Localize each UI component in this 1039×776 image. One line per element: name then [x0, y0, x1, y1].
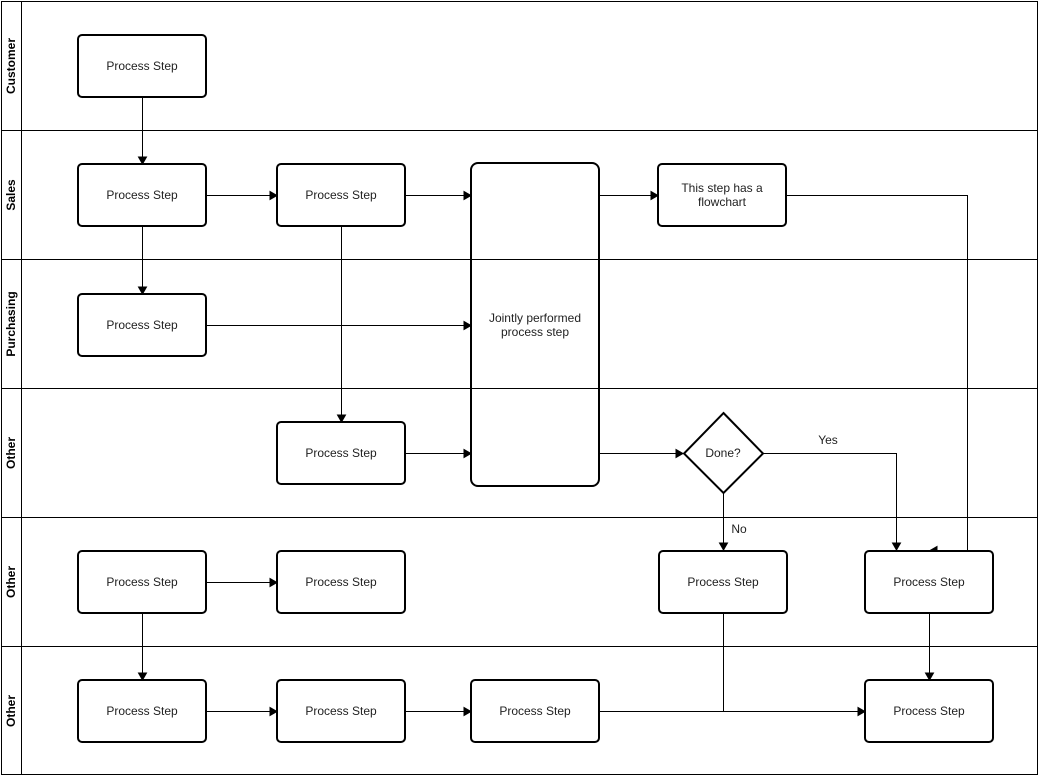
process-step-has-flowchart[interactable]: This step has a flowchart — [657, 163, 787, 227]
joint-process-step[interactable]: Jointly performed process step — [470, 162, 600, 487]
process-step-n5[interactable]: Process Step — [77, 293, 207, 357]
process-step-label: Process Step — [106, 188, 178, 202]
joint-process-step-label-line-1: Jointly performed — [489, 311, 581, 325]
arrowhead — [137, 156, 148, 166]
edge-label-no: No — [731, 522, 747, 536]
arrowhead — [336, 414, 347, 424]
process-step-n6[interactable]: Process Step — [276, 421, 406, 485]
process-step-n13[interactable]: Process Step — [470, 679, 600, 743]
lane-label-purchasing: Purchasing — [4, 291, 18, 356]
arrowhead — [463, 190, 473, 201]
arrowhead — [675, 448, 685, 459]
arrowhead — [269, 706, 279, 717]
process-step-n1[interactable]: Process Step — [77, 34, 207, 98]
process-step-n8[interactable]: Process Step — [276, 550, 406, 614]
process-step-label-line-1: This step has a — [681, 181, 763, 195]
process-step-n11[interactable]: Process Step — [77, 679, 207, 743]
arrowhead — [857, 706, 867, 717]
arrowhead — [463, 448, 473, 459]
pool-frame — [1, 1, 1038, 775]
connector-n4-n10 — [787, 195, 968, 551]
arrowhead — [463, 706, 473, 717]
process-step-n14[interactable]: Process Step — [864, 679, 994, 743]
joint-process-step-label-line-2: process step — [501, 325, 569, 339]
process-step-label: Process Step — [106, 59, 178, 73]
process-step-n2[interactable]: Process Step — [77, 163, 207, 227]
process-step-label: Process Step — [499, 704, 571, 718]
process-step-label: Process Step — [305, 704, 377, 718]
arrowhead — [137, 286, 148, 296]
connector-done-yes — [763, 453, 897, 543]
process-step-n7[interactable]: Process Step — [77, 550, 207, 614]
process-step-label: Process Step — [106, 704, 178, 718]
process-step-n9[interactable]: Process Step — [658, 550, 788, 614]
process-step-n3[interactable]: Process Step — [276, 163, 406, 227]
process-step-label: Process Step — [305, 446, 377, 460]
process-step-n12[interactable]: Process Step — [276, 679, 406, 743]
swimlane-diagram: Customer Sales Purchasing Other Other Ot… — [1, 1, 1038, 775]
arrowhead — [891, 542, 902, 552]
process-step-label: Process Step — [305, 188, 377, 202]
arrowhead — [650, 190, 660, 201]
lane-label-other-3: Other — [4, 695, 18, 727]
process-step-label-line-2: flowchart — [698, 195, 747, 209]
arrowhead — [137, 672, 148, 682]
process-step-label: Process Step — [687, 575, 759, 589]
decision-done[interactable]: Done? — [682, 411, 765, 495]
decision-label: Done? — [705, 446, 741, 460]
arrowhead — [269, 577, 279, 588]
arrowhead — [463, 320, 473, 331]
connectors — [137, 97, 968, 717]
process-step-label: Process Step — [893, 704, 965, 718]
lane-labels: Customer Sales Purchasing Other Other Ot… — [4, 38, 18, 727]
lane-label-customer: Customer — [4, 38, 18, 94]
process-step-label: Process Step — [106, 318, 178, 332]
arrowhead — [718, 542, 729, 552]
edge-label-yes: Yes — [818, 433, 838, 447]
lane-label-other-2: Other — [4, 566, 18, 598]
lane-label-sales: Sales — [4, 179, 18, 211]
process-step-n10[interactable]: Process Step — [864, 550, 994, 614]
arrowhead — [269, 190, 279, 201]
process-step-label: Process Step — [106, 575, 178, 589]
lane-label-other-1: Other — [4, 437, 18, 469]
process-step-label: Process Step — [305, 575, 377, 589]
process-step-label: Process Step — [893, 575, 965, 589]
arrowhead — [924, 672, 935, 682]
